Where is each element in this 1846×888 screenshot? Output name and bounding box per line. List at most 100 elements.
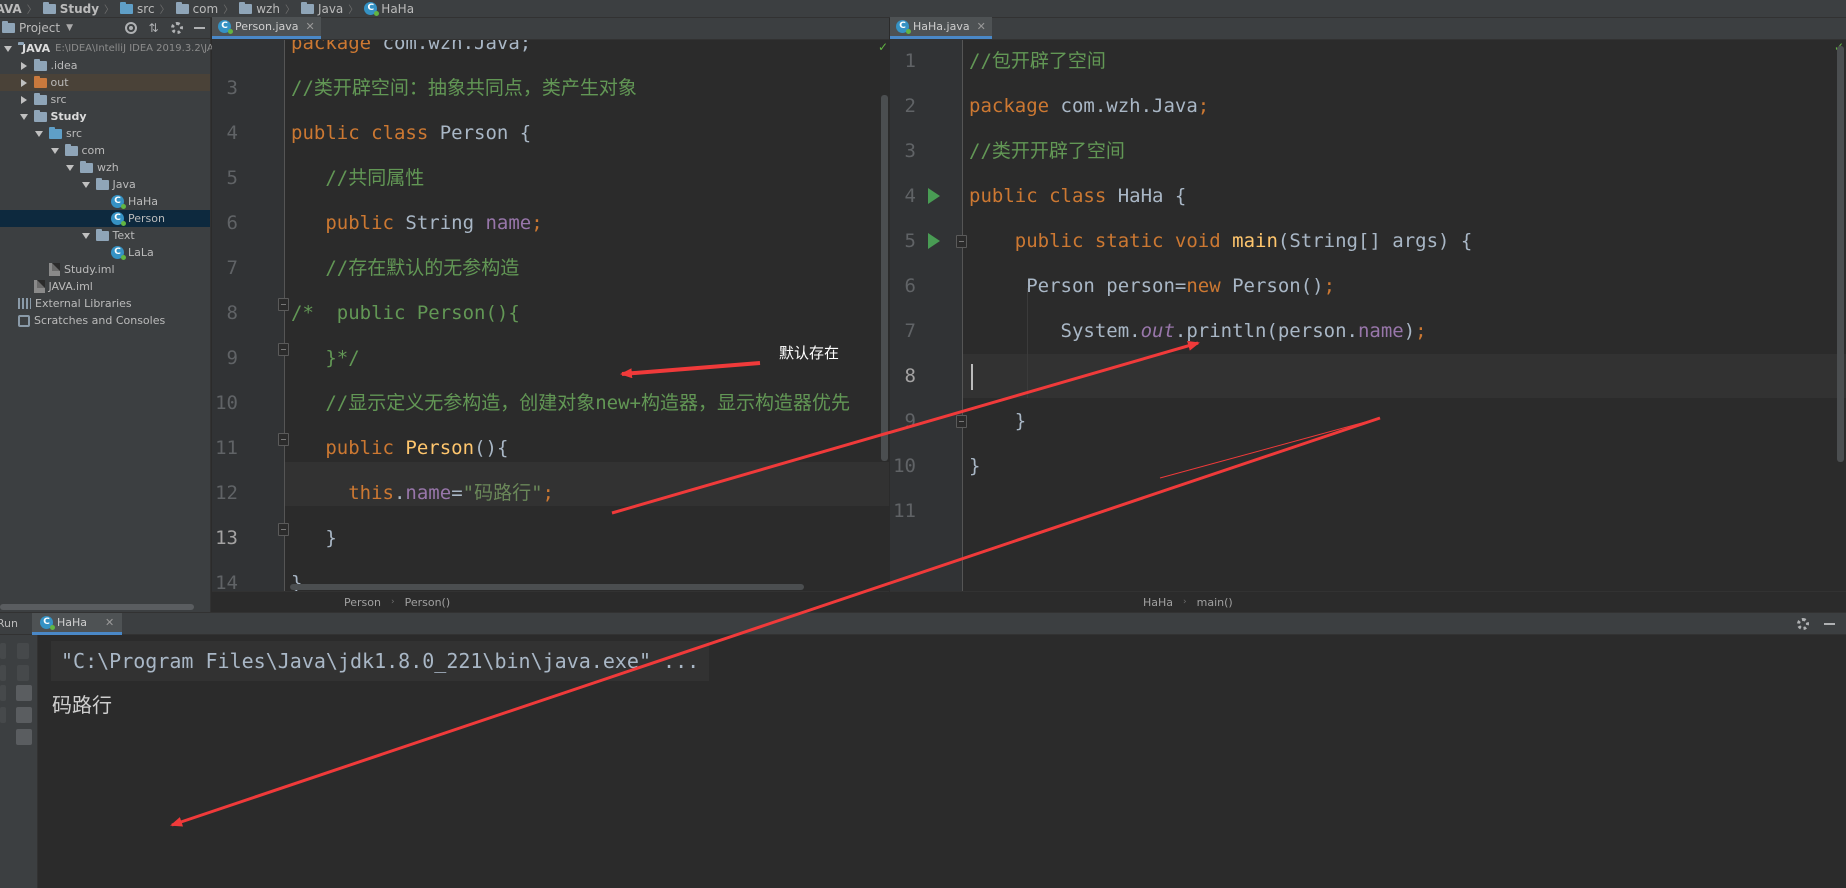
line-number: 7 <box>904 320 916 342</box>
chevron-right-icon: 〉 <box>223 5 234 16</box>
up-arrow-icon[interactable] <box>17 643 29 659</box>
project-settings-button[interactable] <box>170 22 183 35</box>
chevron-down-icon[interactable] <box>4 45 12 52</box>
line-number: 8 <box>904 365 916 387</box>
nav-crumb[interactable]: Study 〉 <box>42 1 114 16</box>
fold-marker[interactable] <box>956 415 967 428</box>
fold-marker[interactable] <box>278 343 289 356</box>
tree-item[interactable]: Study.iml <box>0 261 210 278</box>
chevron-down-icon[interactable] <box>50 147 59 154</box>
tree-item[interactable]: Text <box>0 227 210 244</box>
tree-item[interactable]: src <box>0 125 210 142</box>
nav-crumb[interactable]: C HaHa <box>364 2 414 16</box>
code-line: //共同属性 <box>325 167 425 189</box>
fold-marker[interactable] <box>278 298 289 311</box>
fold-marker[interactable] <box>278 523 289 536</box>
nav-crumb[interactable]: Java 〉 <box>300 1 358 16</box>
tree-item[interactable]: External Libraries <box>0 295 210 312</box>
breadcrumb-item[interactable]: Person() <box>405 596 451 609</box>
tab-haha-java[interactable]: C HaHa.java ✕ <box>890 17 992 39</box>
line-number: 5 <box>904 230 916 252</box>
chevron-down-icon[interactable] <box>81 232 90 239</box>
nav-crumb[interactable]: com 〉 <box>175 1 234 16</box>
stop-icon[interactable] <box>0 665 6 681</box>
nav-crumb[interactable]: JAVA 〉 <box>0 1 37 17</box>
dump-threads-icon[interactable] <box>0 707 6 723</box>
line-number: 10 <box>893 455 916 477</box>
project-view-selector[interactable]: Project ▼ <box>2 21 73 35</box>
line-number: 3 <box>226 77 238 99</box>
code-line: Person person=new Person(); <box>969 275 1336 297</box>
pause-icon[interactable] <box>0 685 6 701</box>
scroll-to-end-icon[interactable] <box>16 707 32 723</box>
run-console[interactable]: "C:\Program Files\Java\jdk1.8.0_221\bin\… <box>39 635 1846 888</box>
left-editor-vertical-scrollbar[interactable] <box>881 95 888 461</box>
tree-item[interactable]: Java <box>0 176 210 193</box>
nav-crumb[interactable]: src 〉 <box>120 1 170 16</box>
tree-item-label: src <box>50 93 67 106</box>
close-icon[interactable]: ✕ <box>306 20 315 33</box>
breadcrumb-item[interactable]: HaHa <box>1143 596 1173 609</box>
run-class-icon[interactable] <box>928 188 940 204</box>
tree-item[interactable]: C HaHa <box>0 193 210 210</box>
left-editor-horizontal-scrollbar[interactable] <box>290 584 804 590</box>
right-editor-vertical-scrollbar[interactable] <box>1837 46 1844 462</box>
breadcrumb-item[interactable]: main() <box>1197 596 1233 609</box>
run-main-icon[interactable] <box>928 233 940 249</box>
chevron-right-icon: › <box>1183 597 1187 607</box>
tree-item[interactable]: wzh <box>0 159 210 176</box>
tree-item[interactable]: .idea <box>0 57 210 74</box>
tree-item[interactable]: JAVA E:\IDEA\IntelliJ IDEA 2019.3.2\JAVA <box>0 40 226 57</box>
tree-item[interactable]: out <box>0 74 210 91</box>
soft-wrap-icon[interactable] <box>16 685 32 701</box>
run-tab-haha[interactable]: C HaHa ✕ <box>32 612 123 635</box>
rerun-icon[interactable] <box>0 643 6 659</box>
tree-item-label: src <box>66 127 83 140</box>
print-icon[interactable] <box>16 729 32 745</box>
collapse-all-button[interactable]: ⇅ <box>147 21 160 35</box>
chevron-down-icon[interactable] <box>81 181 90 188</box>
minimize-icon <box>194 27 205 29</box>
tree-item[interactable]: src <box>0 91 210 108</box>
chevron-right-icon[interactable] <box>20 78 27 87</box>
chevron-down-icon[interactable] <box>19 113 28 120</box>
hide-panel-button[interactable] <box>193 22 206 35</box>
close-icon[interactable]: ✕ <box>105 616 114 629</box>
down-arrow-icon[interactable] <box>17 665 29 681</box>
project-horizontal-scrollbar[interactable] <box>0 604 194 610</box>
tree-item-label: .idea <box>50 59 78 72</box>
line-number: 12 <box>215 482 238 504</box>
fold-marker[interactable] <box>278 433 289 446</box>
chevron-right-icon: › <box>390 597 395 607</box>
scratch-icon <box>18 314 30 327</box>
chevron-right-icon[interactable] <box>20 95 27 104</box>
hide-run-panel-button[interactable] <box>1823 617 1836 630</box>
chevron-right-icon[interactable] <box>20 61 27 70</box>
chevron-right-icon: 〉 <box>26 5 37 16</box>
tree-item[interactable]: C LaLa <box>0 244 210 261</box>
chevron-down-icon[interactable] <box>66 164 74 171</box>
folder-icon <box>33 75 47 88</box>
code-line: public class HaHa { <box>969 185 1187 207</box>
tree-item[interactable]: JAVA.iml <box>0 278 210 295</box>
breadcrumb-item[interactable]: Person <box>344 596 381 609</box>
run-settings-button[interactable] <box>1796 617 1809 630</box>
nav-crumb-label: src <box>137 1 155 16</box>
tree-item[interactable]: Study <box>0 108 210 125</box>
run-panel-header: Run: C HaHa ✕ <box>0 612 1846 635</box>
right-code-editor[interactable]: 1 //包开辟了空间 2 package com.wzh.Java; 3 //类开开辟了空… <box>890 40 1846 591</box>
tree-item[interactable]: Scratches and Consoles <box>0 312 210 329</box>
tree-item[interactable]: com <box>0 142 210 159</box>
fold-marker[interactable] <box>956 235 967 248</box>
left-code-editor[interactable]: package com.wzh.Java; 3 //类开辟空间：抽象共同点，类产生对… <box>212 40 889 591</box>
tree-item-label: JAVA <box>22 42 51 55</box>
close-icon[interactable]: ✕ <box>977 20 986 33</box>
code-line: //类开开辟了空间 <box>969 140 1125 162</box>
tree-item[interactable]: C Person <box>0 210 210 227</box>
chevron-down-icon[interactable] <box>35 130 43 137</box>
folder-icon <box>175 1 189 14</box>
nav-crumb[interactable]: wzh 〉 <box>239 1 295 16</box>
tab-person-java[interactable]: C Person.java ✕ <box>212 17 321 39</box>
locate-file-button[interactable] <box>124 22 137 35</box>
folder-icon <box>42 1 56 14</box>
